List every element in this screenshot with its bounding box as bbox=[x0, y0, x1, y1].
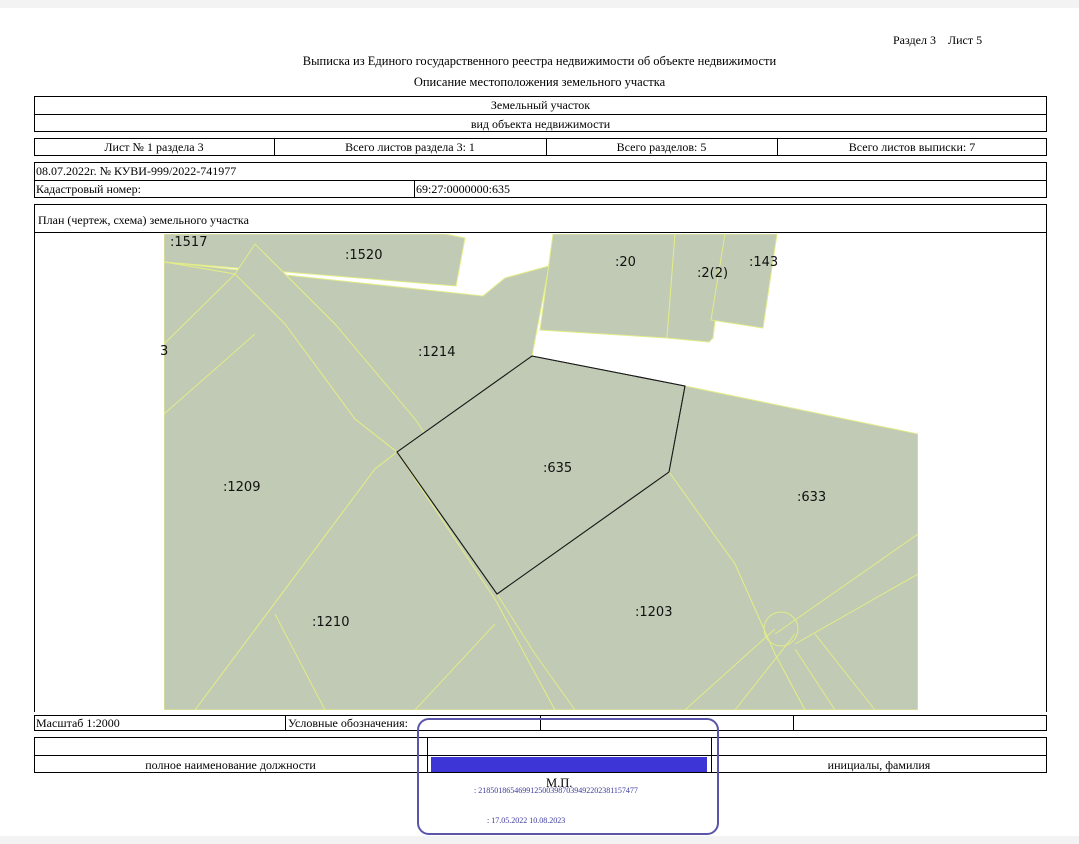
label-1517: :1517 bbox=[170, 235, 207, 250]
parcel-20 bbox=[539, 234, 676, 339]
object-type-caption: вид объекта недвижимости bbox=[470, 117, 611, 131]
label-2-2: :2(2) bbox=[697, 266, 728, 281]
digital-signature-stamp: М.П. : 218501865469912500398703949220238… bbox=[417, 718, 719, 835]
document-title: Выписка из Единого государственного реес… bbox=[302, 54, 777, 68]
label-1214: :1214 bbox=[418, 345, 455, 360]
total-section-sheets: Всего листов раздела 3: 1 bbox=[345, 140, 475, 154]
label-1520: :1520 bbox=[345, 248, 382, 263]
document-page: Раздел 3 Лист 5 Выписка из Единого госуд… bbox=[0, 8, 1079, 836]
label-edge-3: 3 bbox=[160, 344, 168, 359]
plan-heading: План (чертеж, схема) земельного участка bbox=[38, 213, 249, 227]
label-20: :20 bbox=[615, 255, 636, 270]
label-633: :633 bbox=[797, 490, 826, 505]
sheet-of-section: Лист № 1 раздела 3 bbox=[104, 140, 204, 154]
object-type: Земельный участок bbox=[490, 98, 591, 112]
position-caption: полное наименование должности bbox=[145, 758, 316, 772]
record-date-number: 08.07.2022г. № КУВИ-999/2022-741977 bbox=[36, 164, 237, 178]
cadastral-value: 69:27:0000000:635 bbox=[416, 182, 511, 196]
plan-map: :1517 :1520 :20 :2(2) :143 3 :1214 :635 … bbox=[35, 234, 1046, 714]
scale-label: Масштаб 1:2000 bbox=[36, 716, 120, 730]
document-subtitle: Описание местоположения земельного участ… bbox=[413, 75, 666, 89]
cadastral-label: Кадастровый номер: bbox=[36, 182, 141, 196]
legend-label: Условные обозначения: bbox=[288, 716, 409, 730]
label-1209: :1209 bbox=[223, 480, 260, 495]
total-sections: Всего разделов: 5 bbox=[616, 140, 707, 154]
label-1210: :1210 bbox=[312, 615, 349, 630]
section-sheet-label: Раздел 3 Лист 5 bbox=[893, 33, 983, 47]
label-143: :143 bbox=[749, 255, 778, 270]
stamp-dates: : 17.05.2022 10.08.2023 bbox=[487, 816, 566, 825]
label-635: :635 bbox=[543, 461, 572, 476]
stamp-serial: : 21850186546991250039870394922023811574… bbox=[474, 786, 638, 795]
total-extract-sheets: Всего листов выписки: 7 bbox=[848, 140, 976, 154]
initials-caption: инициалы, фамилия bbox=[827, 758, 931, 772]
map-svg: :1517 :1520 :20 :2(2) :143 3 :1214 :635 … bbox=[160, 234, 918, 710]
label-1203: :1203 bbox=[635, 605, 672, 620]
